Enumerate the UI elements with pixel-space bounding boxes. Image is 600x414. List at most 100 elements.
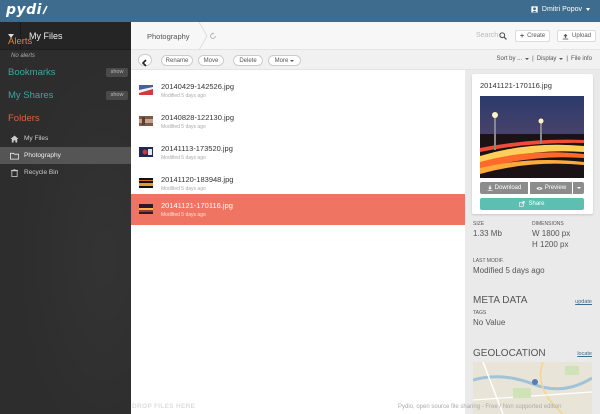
sidebar: My Files xyxy=(0,22,131,414)
upload-button[interactable]: Upload xyxy=(557,30,597,42)
last-modified-value: Modified 5 days ago xyxy=(473,266,545,275)
sidebar-item-label: Photography xyxy=(24,152,61,159)
sort-by-menu[interactable]: Sort by ... xyxy=(496,56,522,62)
alerts-title: Alerts xyxy=(8,36,33,47)
upload-icon xyxy=(562,33,569,39)
image-preview[interactable] xyxy=(480,96,584,178)
recycle-icon xyxy=(10,168,19,177)
no-alerts-text: No alerts xyxy=(11,53,36,59)
folders-title: Folders xyxy=(8,113,40,124)
file-name: 20141113-173520.jpg xyxy=(161,144,233,153)
rename-button[interactable]: Rename xyxy=(161,55,193,66)
search-icon[interactable] xyxy=(499,32,507,40)
file-modified: Modified 5 days ago xyxy=(161,93,206,99)
last-modified-label: LAST MODIF. xyxy=(473,258,504,264)
pydio-logo[interactable]: pydi xyxy=(6,2,48,18)
sidebar-item-label: My Files xyxy=(24,135,49,142)
file-modified: Modified 5 days ago xyxy=(161,124,206,130)
chevron-down-icon xyxy=(290,59,295,62)
image-thumbnail xyxy=(139,85,153,95)
size-label: SIZE xyxy=(473,221,485,227)
file-row-selected[interactable]: 20141121-170116.jpg Modified 5 days ago xyxy=(131,194,465,225)
file-row[interactable]: 20140429-142526.jpg Modified 5 days ago xyxy=(131,75,465,106)
user-menu[interactable]: Dmitri Popov xyxy=(531,6,590,13)
image-thumbnail xyxy=(139,116,153,126)
workspace-title: My Files xyxy=(29,31,63,41)
display-menu[interactable]: Display xyxy=(537,56,557,62)
sidebar-item-photography[interactable]: Photography xyxy=(0,147,131,164)
file-name: 20140429-142526.jpg xyxy=(161,82,234,91)
file-info-toggle[interactable]: File info xyxy=(571,56,592,62)
size-value: 1.33 Mb xyxy=(473,229,502,238)
search-input[interactable]: Search xyxy=(476,32,498,39)
breadcrumb-bar: Photography Search + Create Upload xyxy=(131,22,600,50)
folder-icon xyxy=(10,152,19,160)
tags-label: TAGS xyxy=(473,310,487,316)
file-preview-card: 20141121-170116.jpg Download Preview Sha… xyxy=(472,74,593,214)
share-label: Share xyxy=(528,201,545,207)
user-caret-icon xyxy=(586,8,590,11)
footer-text: Pydio, open source file sharing - Free /… xyxy=(398,404,562,410)
refresh-icon[interactable] xyxy=(209,32,217,40)
locate-link[interactable]: locate xyxy=(577,351,592,357)
user-icon xyxy=(531,6,538,13)
upload-label: Upload xyxy=(572,33,592,39)
back-button[interactable] xyxy=(138,54,152,67)
tags-value: No Value xyxy=(473,318,506,327)
create-button[interactable]: + Create xyxy=(515,30,551,42)
download-label: Download xyxy=(494,185,522,191)
user-name: Dmitri Popov xyxy=(541,6,582,13)
update-link[interactable]: update xyxy=(575,299,592,305)
file-row[interactable]: 20140828-122130.jpg Modified 5 days ago xyxy=(131,106,465,137)
plus-icon: + xyxy=(520,32,525,40)
more-label: More xyxy=(274,57,289,64)
file-list: 20140429-142526.jpg Modified 5 days ago … xyxy=(131,70,465,414)
breadcrumb-current[interactable]: Photography xyxy=(147,32,190,41)
height-value: H 1200 px xyxy=(532,240,569,249)
shares-show-button[interactable]: show xyxy=(106,91,128,100)
download-icon xyxy=(487,185,493,191)
separator: | xyxy=(566,56,568,62)
file-modified: Modified 5 days ago xyxy=(161,212,206,218)
image-thumbnail xyxy=(139,178,153,188)
info-file-name: 20141121-170116.jpg xyxy=(480,81,552,90)
file-name: 20141121-170116.jpg xyxy=(161,201,233,210)
download-button[interactable]: Download xyxy=(480,182,528,194)
width-value: W 1800 px xyxy=(532,229,571,238)
sidebar-item-recycle-bin[interactable]: Recycle Bin xyxy=(0,164,131,181)
sidebar-item-my-files[interactable]: My Files xyxy=(0,130,131,147)
more-button[interactable]: More xyxy=(268,55,301,66)
file-info-panel: 20141121-170116.jpg Download Preview Sha… xyxy=(465,70,600,414)
bookmarks-show-button[interactable]: show xyxy=(106,68,128,77)
file-name: 20140828-122130.jpg xyxy=(161,113,234,122)
drop-files-hint: DROP FILES HERE xyxy=(132,403,196,410)
sidebar-item-label: Recycle Bin xyxy=(24,169,59,176)
preview-label: Preview xyxy=(544,185,567,191)
share-icon xyxy=(519,201,526,207)
dimensions-label: DIMENSIONS xyxy=(532,221,564,227)
file-row[interactable]: 20141113-173520.jpg Modified 5 days ago xyxy=(131,137,465,168)
file-name: 20141120-183948.jpg xyxy=(161,175,234,184)
my-shares-title: My Shares xyxy=(8,90,54,101)
preview-options-button[interactable] xyxy=(573,182,584,194)
share-button[interactable]: Share xyxy=(480,198,584,210)
actions-toolbar: Rename Move Delete More Sort by ... | Di… xyxy=(131,50,600,70)
create-label: Create xyxy=(527,33,546,39)
file-modified: Modified 5 days ago xyxy=(161,155,206,161)
file-modified: Modified 5 days ago xyxy=(161,186,206,192)
image-thumbnail xyxy=(139,204,153,214)
move-button[interactable]: Move xyxy=(198,55,224,66)
display-caret-icon xyxy=(559,58,564,60)
meta-data-title: META DATA xyxy=(473,295,528,306)
eye-icon xyxy=(536,186,543,190)
geolocation-title: GEOLOCATION xyxy=(473,348,546,359)
image-thumbnail xyxy=(139,147,153,157)
chevron-down-icon xyxy=(576,187,581,189)
preview-button[interactable]: Preview xyxy=(530,182,572,194)
chevron-left-icon xyxy=(141,59,147,67)
sort-caret-icon xyxy=(525,58,530,60)
delete-button[interactable]: Delete xyxy=(233,55,263,66)
view-options: Sort by ... | Display | File info xyxy=(496,56,592,62)
bookmarks-title: Bookmarks xyxy=(8,67,56,78)
separator: | xyxy=(532,56,534,62)
